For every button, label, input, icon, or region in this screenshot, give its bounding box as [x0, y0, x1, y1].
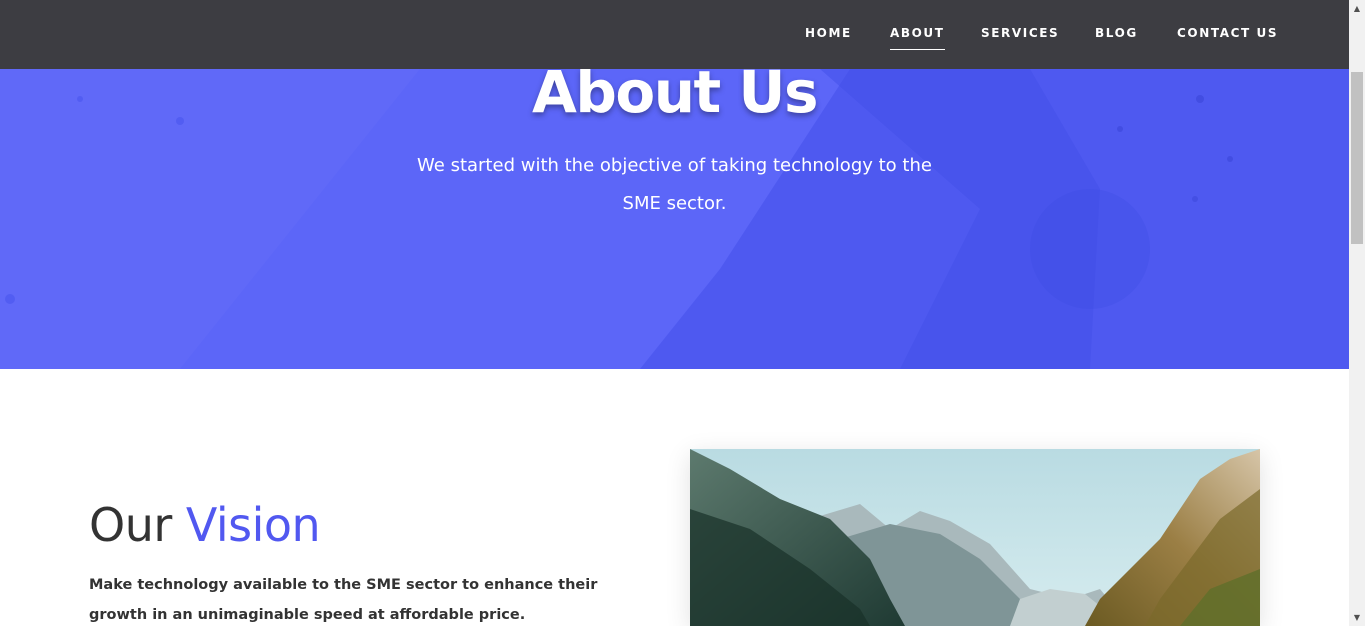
mountain-valley-photo: [690, 449, 1260, 626]
nav-link-services[interactable]: SERVICES: [981, 26, 1059, 40]
scroll-down-arrow-icon[interactable]: ▼: [1349, 609, 1365, 626]
page: HOME ABOUT SERVICES BLOG CONTACT US Abou…: [0, 0, 1365, 626]
page-title: About Us: [531, 69, 819, 126]
scroll-thumb[interactable]: [1351, 72, 1363, 244]
vision-heading-accent: Vision: [185, 498, 321, 552]
nav-link-contact-us[interactable]: CONTACT US: [1177, 26, 1278, 40]
vision-heading: Our Vision: [89, 493, 321, 557]
mountain-landscape-image: [690, 449, 1260, 626]
nav-link-home[interactable]: HOME: [805, 26, 852, 40]
nav-link-blog[interactable]: BLOG: [1095, 26, 1138, 40]
top-navbar: HOME ABOUT SERVICES BLOG CONTACT US: [0, 0, 1349, 69]
vision-text: Make technology available to the SME sec…: [89, 577, 598, 623]
page-scrollbar[interactable]: ▲ ▼: [1349, 0, 1365, 626]
hero-banner: About Us We started with the objective o…: [0, 69, 1349, 369]
vision-heading-plain: Our: [89, 498, 172, 552]
nav-link-about[interactable]: ABOUT: [890, 26, 945, 50]
scroll-up-arrow-icon[interactable]: ▲: [1349, 0, 1365, 17]
hero-subtitle: We started with the objective of taking …: [417, 155, 932, 214]
